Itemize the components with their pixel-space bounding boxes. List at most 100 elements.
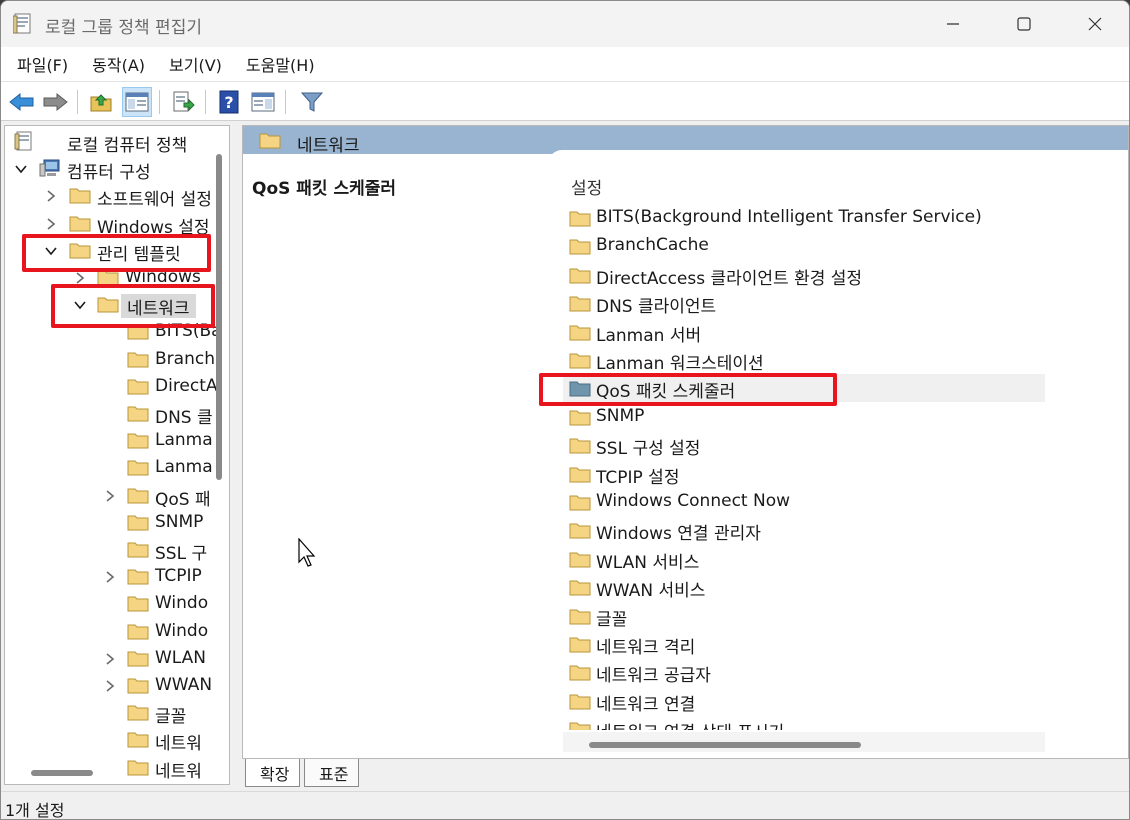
list-item[interactable]: Windows Connect Now: [563, 488, 1045, 516]
list-item-label: TCPIP 설정: [596, 467, 680, 488]
list-item[interactable]: SSL 구성 설정: [563, 431, 1045, 459]
up-one-level-button[interactable]: [86, 87, 116, 117]
list-item[interactable]: TCPIP 설정: [563, 460, 1045, 488]
list-item[interactable]: Windows 연결 관리자: [563, 516, 1045, 544]
list-item[interactable]: DNS 클라이언트: [563, 289, 1045, 317]
chevron-right-icon[interactable]: [73, 271, 87, 285]
tree-item[interactable]: 글꼴: [5, 699, 217, 726]
tab-extended[interactable]: 확장: [245, 759, 301, 787]
folder-icon: [569, 580, 591, 596]
folder-icon: [569, 552, 591, 568]
tree-item[interactable]: WLAN: [5, 645, 217, 672]
tree-item-label: WLAN: [155, 647, 207, 668]
column-header-setting[interactable]: 설정: [571, 174, 602, 199]
tree-item[interactable]: DirectA: [5, 373, 217, 400]
tree-item[interactable]: 로컬 컴퓨터 정책: [5, 128, 217, 155]
show-hide-console-tree-icon: [125, 92, 149, 112]
list-item[interactable]: WWAN 서비스: [563, 573, 1045, 601]
tree-item[interactable]: 소프트웨어 설정: [5, 182, 217, 209]
chevron-right-icon[interactable]: [103, 570, 117, 584]
tree-item[interactable]: TCPIP: [5, 563, 217, 590]
tree-vertical-scrollbar[interactable]: [216, 154, 222, 480]
up-folder-icon: [90, 94, 112, 112]
folder-icon: [69, 188, 91, 204]
tree-item-label: Windo: [155, 593, 209, 614]
tree-item[interactable]: SNMP: [5, 509, 217, 536]
tree-item[interactable]: Branch: [5, 346, 217, 373]
folder-icon: [127, 460, 149, 476]
help-button[interactable]: ?: [214, 87, 244, 117]
forward-button[interactable]: [40, 87, 70, 117]
title-bar[interactable]: 로컬 그룹 정책 편집기: [1, 1, 1129, 47]
folder-icon: [69, 216, 91, 232]
tree-item-label: TCPIP: [155, 566, 202, 587]
tree-item[interactable]: Windows 설정: [5, 210, 217, 237]
tree-item[interactable]: DNS 클: [5, 400, 217, 427]
chevron-right-icon[interactable]: [44, 189, 58, 203]
export-list-button[interactable]: [168, 87, 198, 117]
list-item-label: Windows Connect Now: [596, 491, 791, 511]
console-tree[interactable]: 로컬 컴퓨터 정책 컴퓨터 구성 소프트웨어 설정 Windows 설정 관리 템플릿 W…: [4, 125, 230, 785]
tree-item[interactable]: Lanma: [5, 427, 217, 454]
list-item[interactable]: BranchCache: [563, 232, 1045, 260]
tree-item-label: 글꼴: [155, 707, 187, 727]
list-item[interactable]: Lanman 워크스테이션: [563, 346, 1045, 374]
highlight-box-admin-templates: [22, 234, 211, 272]
list-item[interactable]: Lanman 서버: [563, 318, 1045, 346]
minimize-button[interactable]: [918, 1, 988, 47]
tree-item-label: Windows 설정: [97, 217, 210, 237]
tree-horizontal-scrollbar[interactable]: [31, 770, 93, 776]
list-item[interactable]: 네트워크 연결: [563, 687, 1045, 715]
close-button[interactable]: [1060, 1, 1129, 47]
show-hide-tree-button[interactable]: [122, 87, 152, 117]
folder-icon: [569, 665, 591, 681]
folder-icon: [569, 296, 591, 312]
chevron-down-icon[interactable]: [14, 162, 28, 176]
tree-item[interactable]: Lanma: [5, 454, 217, 481]
list-item[interactable]: DirectAccess 클라이언트 환경 설정: [563, 261, 1045, 289]
list-item[interactable]: 네트워크 연결 상태 표시기: [563, 715, 1045, 730]
folder-icon: [569, 268, 591, 284]
list-item[interactable]: SNMP: [563, 403, 1045, 431]
list-item[interactable]: 네트워크 격리: [563, 630, 1045, 658]
list-item-label: 네트워크 연결: [596, 694, 696, 715]
menu-file[interactable]: 파일(F): [5, 48, 80, 80]
toolbar: ?: [1, 81, 1129, 121]
folder-icon: [569, 722, 591, 730]
menu-view[interactable]: 보기(V): [157, 48, 234, 80]
settings-list: BITS(Background Intelligent Transfer Ser…: [563, 204, 1045, 730]
list-item-label: DirectAccess 클라이언트 환경 설정: [596, 268, 863, 289]
computer-icon: [39, 159, 60, 177]
list-item[interactable]: WLAN 서비스: [563, 545, 1045, 573]
tree-item[interactable]: QoS 패: [5, 482, 217, 509]
list-item-label: Lanman 워크스테이션: [596, 354, 764, 374]
menu-help[interactable]: 도움말(H): [234, 48, 327, 80]
tree-item[interactable]: WWAN: [5, 672, 217, 699]
list-item[interactable]: 글꼴: [563, 602, 1045, 630]
show-hide-action-pane-button[interactable]: [248, 87, 278, 117]
tree-item[interactable]: 컴퓨터 구성: [5, 155, 217, 182]
folder-icon: [569, 211, 591, 227]
list-item[interactable]: 네트워크 공급자: [563, 658, 1045, 686]
tree-item[interactable]: 네트워: [5, 726, 217, 753]
tab-standard[interactable]: 표준: [304, 759, 360, 787]
filter-button[interactable]: [297, 87, 327, 117]
maximize-button[interactable]: [989, 1, 1059, 47]
toolbar-separator: [77, 90, 78, 114]
chevron-right-icon[interactable]: [103, 652, 117, 666]
folder-icon: [127, 569, 149, 585]
tree-item[interactable]: Windo: [5, 590, 217, 617]
chevron-right-icon[interactable]: [44, 217, 58, 231]
folder-icon: [127, 488, 149, 504]
tree-item[interactable]: Windo: [5, 618, 217, 645]
back-button[interactable]: [7, 87, 37, 117]
list-item[interactable]: BITS(Background Intelligent Transfer Ser…: [563, 204, 1045, 232]
menu-action[interactable]: 동작(A): [80, 48, 157, 80]
chevron-right-icon[interactable]: [103, 489, 117, 503]
tree-item[interactable]: SSL 구: [5, 536, 217, 563]
list-horizontal-scrollbar[interactable]: [589, 742, 861, 748]
tree-item-label: SSL 구: [155, 544, 208, 563]
folder-icon: [127, 352, 149, 368]
tree-item[interactable]: 네트워: [5, 754, 217, 781]
chevron-right-icon[interactable]: [103, 679, 117, 693]
